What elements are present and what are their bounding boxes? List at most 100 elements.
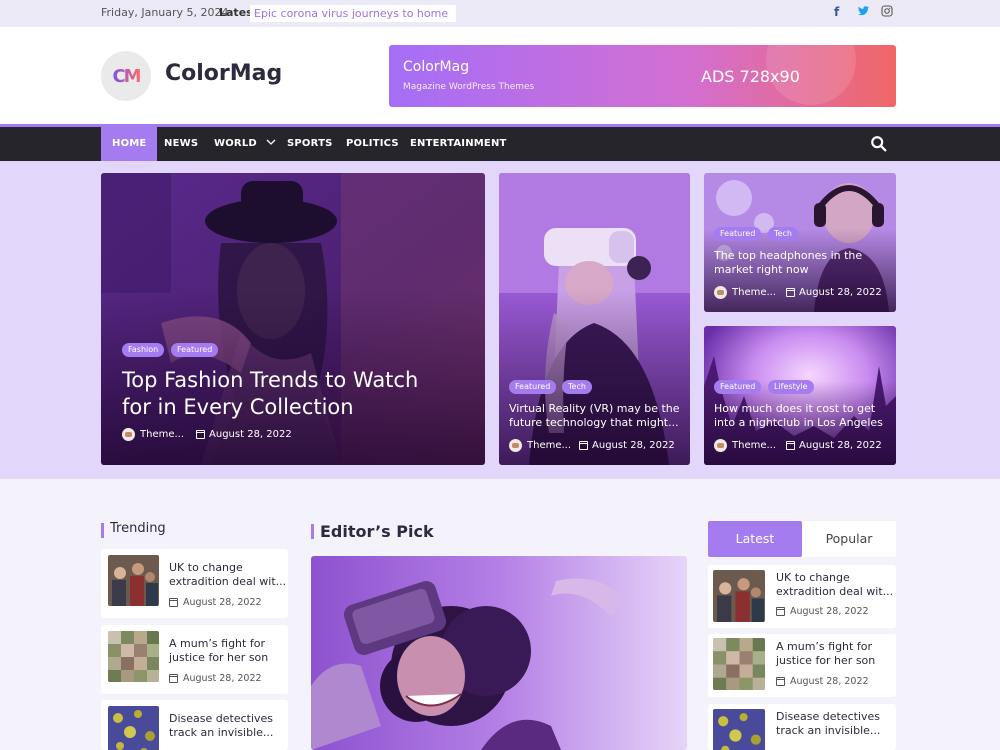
- trending-item-title[interactable]: Disease detectives track an invisible...: [169, 712, 273, 740]
- editors-pick-image[interactable]: [311, 556, 687, 750]
- latest-item[interactable]: UK to change extradition deal wit... Aug…: [708, 565, 896, 628]
- featured-card-right-bottom[interactable]: Featured Lifestyle How much does it cost…: [704, 326, 896, 465]
- tag-featured[interactable]: Featured: [714, 227, 762, 241]
- latest-item-title[interactable]: A mum’s fight for justice for her son: [776, 640, 875, 668]
- calendar-icon: [776, 607, 785, 616]
- latest-item-date: August 28, 2022: [776, 606, 869, 617]
- current-date: Friday, January 5, 2024: [101, 6, 229, 19]
- featured-main-meta: Theme... August 28, 2022: [122, 428, 292, 441]
- calendar-icon: [579, 441, 589, 450]
- featured-right-bottom-title[interactable]: How much does it cost to get into a nigh…: [714, 402, 883, 430]
- tag-fashion[interactable]: Fashion: [122, 343, 165, 357]
- tab-latest[interactable]: Latest: [708, 521, 802, 557]
- author-avatar: [509, 439, 522, 452]
- author-avatar: [714, 286, 727, 299]
- trending-title-line1: UK to change: [169, 561, 243, 574]
- featured-right-top-title[interactable]: The top headphones in the market right n…: [714, 249, 862, 277]
- featured-middle-title-line1: Virtual Reality (VR) may be the: [509, 402, 680, 415]
- tag-featured[interactable]: Featured: [171, 343, 219, 357]
- editors-pick-heading: Editor’s Pick: [311, 522, 434, 541]
- trending-title-line2: track an invisible...: [169, 726, 274, 739]
- trending-item[interactable]: A mum’s fight for justice for her son Au…: [101, 625, 288, 694]
- nav-item-news[interactable]: NEWS: [164, 127, 198, 161]
- search-icon[interactable]: [870, 135, 888, 153]
- featured-card-main[interactable]: Fashion Featured Top Fashion Trends to W…: [101, 173, 485, 465]
- trending-title-line2: extradition deal wit...: [169, 575, 287, 588]
- tag-lifestyle[interactable]: Lifestyle: [768, 380, 814, 394]
- trending-item-title[interactable]: UK to change extradition deal wit...: [169, 561, 286, 589]
- pixelated-thumbnail: [108, 631, 159, 682]
- trending-date-text[interactable]: August 28, 2022: [183, 673, 262, 684]
- calendar-icon: [776, 677, 785, 686]
- calendar-icon: [786, 441, 796, 450]
- ad-subtitle: Magazine WordPress Themes: [403, 82, 535, 92]
- calendar-icon: [169, 674, 178, 683]
- latest-item-title[interactable]: UK to change extradition deal wit...: [776, 571, 893, 599]
- logo-text: CM: [112, 65, 141, 87]
- trending-item-title[interactable]: A mum’s fight for justice for her son: [169, 637, 268, 665]
- trending-item[interactable]: UK to change extradition deal wit... Aug…: [101, 549, 288, 618]
- ad-title: ColorMag: [403, 59, 470, 75]
- facebook-icon[interactable]: f: [834, 5, 839, 19]
- tag-featured[interactable]: Featured: [509, 380, 557, 394]
- latest-title-line1: UK to change: [776, 571, 850, 584]
- latest-item-date: August 28, 2022: [776, 676, 869, 687]
- featured-right-top-title-line1: The top headphones in the: [714, 249, 863, 262]
- trending-item-date: August 28, 2022: [169, 673, 262, 684]
- nav-item-entertainment[interactable]: ENTERTAINMENT: [410, 127, 507, 161]
- latest-ticker-link[interactable]: Epic corona virus journeys to home: [250, 5, 457, 22]
- sidebar-tabs: Latest Popular: [708, 521, 896, 557]
- trending-item[interactable]: Disease detectives track an invisible...: [101, 700, 288, 750]
- post-date[interactable]: August 28, 2022: [799, 287, 882, 298]
- ad-banner[interactable]: ColorMag Magazine WordPress Themes ADS 7…: [389, 45, 896, 107]
- latest-title-line1: A mum’s fight for: [776, 640, 872, 653]
- tag-tech[interactable]: Tech: [562, 380, 592, 394]
- chevron-down-icon: [266, 139, 276, 145]
- latest-item[interactable]: Disease detectives track an invisible...: [708, 704, 896, 750]
- calendar-icon: [196, 430, 206, 439]
- post-date[interactable]: August 28, 2022: [799, 440, 882, 451]
- site-logo[interactable]: CM: [101, 51, 151, 101]
- card-overlay: [101, 173, 485, 465]
- nav-item-world-label: WORLD: [214, 138, 257, 149]
- author-name[interactable]: Theme...: [732, 440, 776, 451]
- author-name[interactable]: Theme...: [527, 440, 571, 451]
- author-name[interactable]: Theme...: [140, 429, 184, 440]
- post-date[interactable]: August 28, 2022: [209, 429, 292, 440]
- trending-heading: Trending: [101, 521, 166, 538]
- trending-title-line1: Disease detectives: [169, 712, 274, 725]
- latest-item-title[interactable]: Disease detectives track an invisible...: [776, 710, 880, 738]
- featured-main-title[interactable]: Top Fashion Trends to Watch for in Every…: [122, 367, 418, 421]
- latest-title-line2: extradition deal wit...: [776, 585, 894, 598]
- virus-thumbnail: [713, 709, 765, 750]
- crowd-thumbnail: [713, 570, 765, 622]
- nav-item-sports[interactable]: SPORTS: [287, 127, 333, 161]
- tag-featured[interactable]: Featured: [714, 380, 762, 394]
- tag-tech[interactable]: Tech: [768, 227, 798, 241]
- latest-date-text[interactable]: August 28, 2022: [790, 606, 869, 617]
- nav-item-world[interactable]: WORLD: [214, 127, 276, 161]
- featured-card-middle[interactable]: Featured Tech Virtual Reality (VR) may b…: [499, 173, 690, 465]
- featured-right-bottom-meta: Theme... August 28, 2022: [714, 439, 882, 452]
- featured-main-title-line1: Top Fashion Trends to Watch: [122, 368, 419, 392]
- latest-date-text[interactable]: August 28, 2022: [790, 676, 869, 687]
- twitter-icon[interactable]: [857, 5, 870, 20]
- ad-size-label: ADS 728x90: [701, 67, 800, 86]
- latest-title-line1: Disease detectives: [776, 710, 881, 723]
- instagram-icon[interactable]: [881, 5, 893, 20]
- featured-card-right-top[interactable]: Featured Tech The top headphones in the …: [704, 173, 896, 312]
- featured-middle-meta: Theme... August 28, 2022: [509, 439, 675, 452]
- tab-popular[interactable]: Popular: [802, 521, 896, 557]
- featured-middle-title[interactable]: Virtual Reality (VR) may be the future t…: [509, 402, 680, 430]
- nav-item-home[interactable]: HOME: [101, 127, 158, 161]
- trending-date-text[interactable]: August 28, 2022: [183, 597, 262, 608]
- author-name[interactable]: Theme...: [732, 287, 776, 298]
- post-date[interactable]: August 28, 2022: [592, 440, 675, 451]
- virus-thumbnail: [108, 706, 159, 750]
- calendar-icon: [786, 288, 796, 297]
- latest-item[interactable]: A mum’s fight for justice for her son Au…: [708, 634, 896, 697]
- featured-right-top-meta: Theme... August 28, 2022: [714, 286, 882, 299]
- top-bar: Friday, January 5, 2024 Latest: Epic cor…: [0, 0, 1000, 27]
- nav-item-politics[interactable]: POLITICS: [346, 127, 399, 161]
- site-title[interactable]: ColorMag: [165, 61, 282, 86]
